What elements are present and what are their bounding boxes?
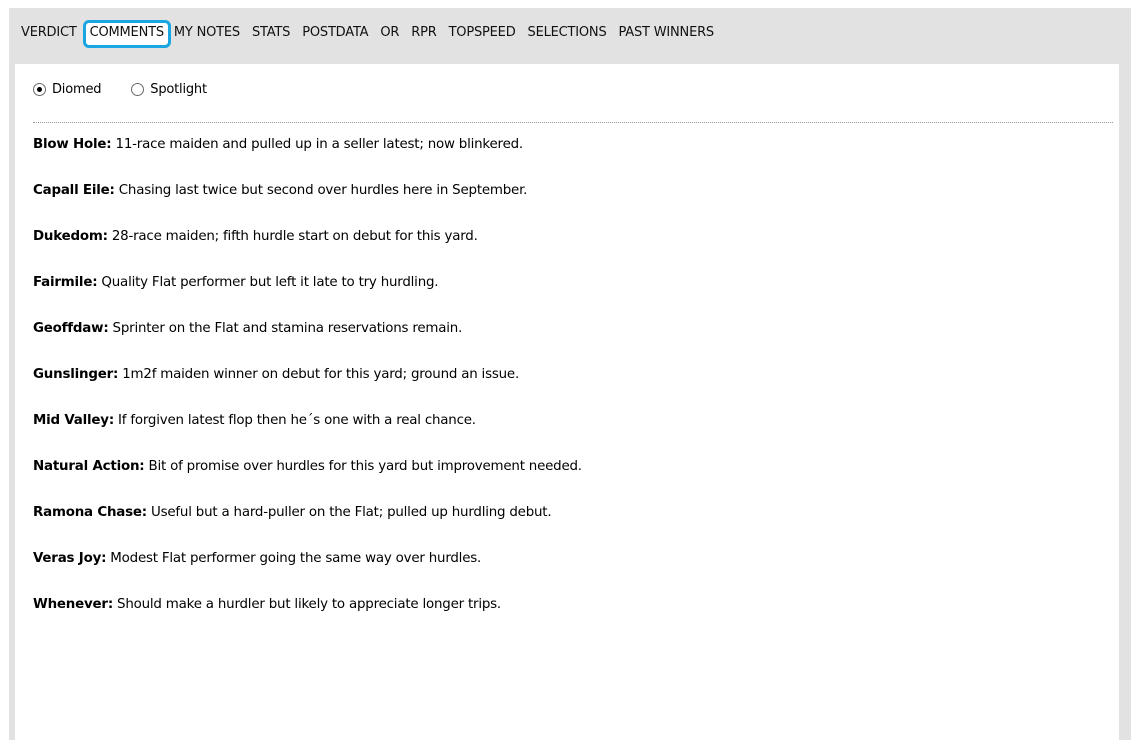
tab-or[interactable]: OR — [380, 8, 399, 41]
comments-panel: Diomed Spotlight Blow Hole: 11-race maid… — [15, 64, 1119, 740]
horse-name: Ramona Chase: — [33, 505, 147, 520]
list-item: Fairmile: Quality Flat performer but lef… — [33, 274, 1113, 320]
horse-name: Blow Hole: — [33, 137, 112, 152]
list-item: Dukedom: 28-race maiden; fifth hurdle st… — [33, 228, 1113, 274]
dotted-divider — [33, 122, 1113, 123]
comment-text: If forgiven latest flop then he´s one wi… — [113, 413, 476, 428]
horse-name: Mid Valley: — [33, 413, 114, 428]
source-radio-group: Diomed Spotlight — [33, 82, 237, 97]
radio-spotlight-label: Spotlight — [150, 82, 207, 97]
horse-name: Veras Joy: — [33, 551, 107, 566]
list-item: Veras Joy: Modest Flat performer going t… — [33, 550, 1113, 596]
list-item: Ramona Chase: Useful but a hard-puller o… — [33, 504, 1113, 550]
horse-name: Fairmile: — [33, 275, 98, 290]
list-item: Gunslinger: 1m2f maiden winner on debut … — [33, 366, 1113, 412]
horse-name: Geoffdaw: — [33, 321, 109, 336]
comment-text: Should make a hurdler but likely to appr… — [112, 597, 501, 612]
radio-diomed[interactable]: Diomed — [33, 82, 101, 97]
list-item: Whenever: Should make a hurdler but like… — [33, 596, 1113, 642]
comments-list: Blow Hole: 11-race maiden and pulled up … — [33, 136, 1113, 642]
tab-my-notes[interactable]: MY NOTES — [174, 8, 240, 41]
list-item: Capall Eile: Chasing last twice but seco… — [33, 182, 1113, 228]
horse-name: Whenever: — [33, 597, 113, 612]
list-item: Mid Valley: If forgiven latest flop then… — [33, 412, 1113, 458]
horse-name: Gunslinger: — [33, 367, 119, 382]
comment-text: Quality Flat performer but left it late … — [97, 275, 439, 290]
comment-text: Bit of promise over hurdles for this yar… — [144, 459, 583, 474]
comment-text: 1m2f maiden winner on debut for this yar… — [118, 367, 520, 382]
list-item: Blow Hole: 11-race maiden and pulled up … — [33, 136, 1113, 182]
tab-verdict[interactable]: VERDICT — [21, 8, 77, 41]
tab-comments[interactable]: COMMENTS — [82, 20, 171, 48]
horse-name: Natural Action: — [33, 459, 145, 474]
comment-text: Sprinter on the Flat and stamina reserva… — [108, 321, 463, 336]
list-item: Natural Action: Bit of promise over hurd… — [33, 458, 1113, 504]
horse-name: Dukedom: — [33, 229, 108, 244]
comment-text: Useful but a hard-puller on the Flat; pu… — [146, 505, 552, 520]
comment-text: Chasing last twice but second over hurdl… — [114, 183, 528, 198]
tab-postdata[interactable]: POSTDATA — [302, 8, 368, 41]
radio-diomed-label: Diomed — [52, 82, 102, 97]
comment-text: 11-race maiden and pulled up in a seller… — [111, 137, 524, 152]
radio-checked-icon[interactable] — [33, 83, 46, 96]
tab-stats[interactable]: STATS — [252, 8, 290, 41]
tab-bar: VERDICT COMMENTS MY NOTES STATS POSTDATA… — [9, 8, 1131, 64]
radio-unchecked-icon[interactable] — [131, 83, 145, 96]
tab-past-winners[interactable]: PAST WINNERS — [619, 8, 715, 41]
comment-text: 28-race maiden; fifth hurdle start on de… — [107, 229, 478, 244]
tab-selections[interactable]: SELECTIONS — [528, 8, 607, 41]
radio-spotlight[interactable]: Spotlight — [131, 82, 207, 97]
horse-name: Capall Eile: — [33, 183, 115, 198]
comment-text: Modest Flat performer going the same way… — [106, 551, 482, 566]
tab-topspeed[interactable]: TOPSPEED — [449, 8, 516, 41]
tab-rpr[interactable]: RPR — [411, 8, 437, 41]
list-item: Geoffdaw: Sprinter on the Flat and stami… — [33, 320, 1113, 366]
comments-frame: VERDICT COMMENTS MY NOTES STATS POSTDATA… — [9, 8, 1131, 740]
